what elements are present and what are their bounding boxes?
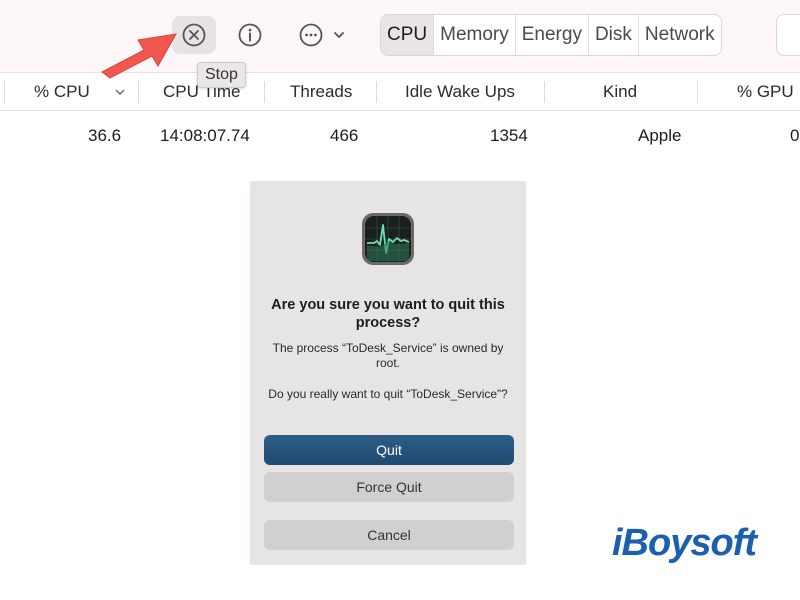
force-quit-button[interactable]: Force Quit <box>264 472 514 502</box>
column-header-cpu-percent[interactable]: % CPU <box>34 73 90 110</box>
column-header-idle-wake-ups[interactable]: Idle Wake Ups <box>405 73 515 110</box>
view-tabs: CPU Memory Energy Disk Network <box>380 14 722 56</box>
column-separator <box>376 81 377 103</box>
quit-process-dialog: Are you sure you want to quit this proce… <box>250 181 526 565</box>
more-actions-button[interactable] <box>292 16 352 54</box>
tab-disk[interactable]: Disk <box>589 15 639 55</box>
column-header-kind[interactable]: Kind <box>603 73 637 110</box>
search-field[interactable] <box>776 14 800 56</box>
pointer-arrow-icon <box>101 33 177 79</box>
column-separator <box>4 81 5 103</box>
tab-cpu[interactable]: CPU <box>381 15 435 55</box>
cell-threads: 466 <box>330 126 359 145</box>
column-separator <box>544 81 545 103</box>
column-separator <box>697 81 698 103</box>
column-separator <box>138 81 139 103</box>
column-header-gpu-percent[interactable]: % GPU <box>737 73 794 110</box>
cell-cpu-time: 14:08:07.74 <box>160 126 250 145</box>
cell-gpu-percent: 0 <box>790 126 800 145</box>
sort-chevron-down-icon <box>115 89 125 96</box>
column-separator <box>264 81 265 103</box>
activity-monitor-app-icon <box>362 213 414 265</box>
table-row[interactable]: 36.6 14:08:07.74 466 1354 Apple 0 <box>0 118 800 154</box>
dialog-message-confirm: Do you really want to quit “ToDesk_Servi… <box>268 387 508 401</box>
cell-kind: Apple <box>638 126 682 145</box>
cell-idle-wake-ups: 1354 <box>490 126 528 145</box>
quit-button[interactable]: Quit <box>264 435 514 465</box>
tab-energy[interactable]: Energy <box>516 15 589 55</box>
iboysoft-watermark-logo: iBoysoft <box>612 522 757 564</box>
chevron-down-icon <box>334 32 344 38</box>
stop-tooltip: Stop <box>197 62 246 88</box>
info-button[interactable] <box>228 16 272 54</box>
cancel-button[interactable]: Cancel <box>264 520 514 550</box>
tab-network[interactable]: Network <box>639 15 721 55</box>
tab-memory[interactable]: Memory <box>434 15 516 55</box>
ellipsis-circle-icon <box>299 23 323 47</box>
info-icon <box>238 23 262 47</box>
cell-cpu-percent: 36.6 <box>88 126 122 145</box>
dialog-message-owner: The process “ToDesk_Service” is owned by… <box>272 341 504 370</box>
stop-x-circle-icon <box>182 23 206 47</box>
column-header-threads[interactable]: Threads <box>290 73 352 110</box>
dialog-title: Are you sure you want to quit this proce… <box>271 297 505 331</box>
